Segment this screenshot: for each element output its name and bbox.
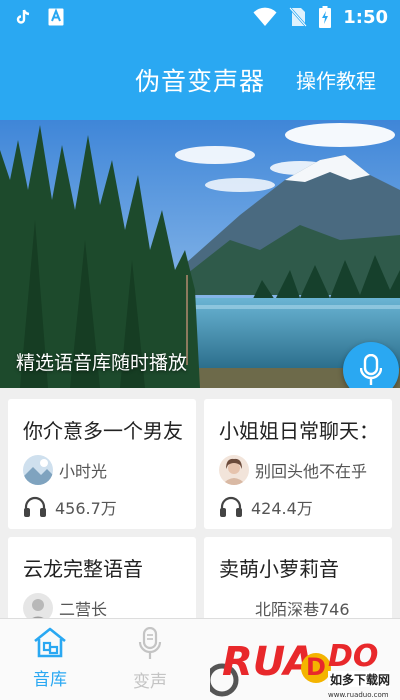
headphones-icon bbox=[220, 496, 242, 517]
watermark-url: www.ruaduo.com bbox=[328, 691, 389, 699]
status-bar: 1:50 bbox=[0, 0, 400, 36]
status-time: 1:50 bbox=[343, 6, 388, 28]
avatar bbox=[219, 455, 249, 485]
card-title: 卖萌小萝莉音 bbox=[219, 557, 339, 581]
no-sim-icon bbox=[289, 7, 308, 27]
author-name: 北陌深巷746 bbox=[255, 600, 350, 619]
app-title: 伪音变声器 bbox=[135, 67, 266, 96]
banner-carousel[interactable]: 精选语音库随时播放 bbox=[0, 120, 400, 388]
headphones-icon bbox=[24, 496, 46, 517]
plays-count: 424.4万 bbox=[251, 499, 313, 518]
banner-caption: 精选语音库随时播放 bbox=[16, 352, 188, 374]
card-author: 别回头他不在乎 bbox=[219, 455, 367, 485]
card-plays: 424.4万 bbox=[219, 495, 313, 519]
tab-label: 变声 bbox=[133, 672, 167, 692]
tab-label: 音库 bbox=[33, 670, 67, 690]
author-name: 别回头他不在乎 bbox=[255, 462, 368, 481]
voice-card[interactable]: 小姐姐日常聊天： 别回头他不在乎 424.4万 bbox=[204, 399, 392, 529]
svg-text:D: D bbox=[306, 653, 326, 681]
microphone-icon bbox=[138, 626, 162, 659]
home-library-icon bbox=[34, 627, 66, 658]
watermark-logo: RUA D DO 如多下载网 www.ruaduo.com bbox=[205, 630, 400, 700]
tiktok-icon bbox=[16, 9, 30, 24]
tutorial-button[interactable]: 操作教程 bbox=[296, 65, 376, 94]
svg-text:RUA: RUA bbox=[222, 639, 314, 685]
author-name: 二营长 bbox=[59, 600, 108, 619]
svg-text:DO: DO bbox=[328, 639, 378, 674]
card-author: 小时光 bbox=[23, 455, 107, 485]
voice-card[interactable]: 卖萌小萝莉音 北陌深巷746 bbox=[204, 537, 392, 627]
voice-card[interactable]: 云龙完整语音 二营长 bbox=[8, 537, 196, 627]
watermark-tagline: 如多下载网 bbox=[330, 672, 390, 687]
app-a-icon bbox=[48, 8, 64, 26]
tab-library[interactable]: 音库 bbox=[10, 627, 90, 690]
tab-voice-change[interactable]: 变声 bbox=[110, 626, 190, 692]
card-plays: 456.7万 bbox=[23, 495, 117, 519]
plays-count: 456.7万 bbox=[55, 499, 117, 518]
avatar bbox=[23, 455, 53, 485]
app-header: 伪音变声器 操作教程 bbox=[0, 36, 400, 120]
card-title: 云龙完整语音 bbox=[23, 557, 143, 581]
microphone-icon bbox=[360, 354, 382, 385]
card-title: 小姐姐日常聊天： bbox=[219, 419, 379, 443]
voice-card[interactable]: 你介意多一个男友 小时光 456.7万 bbox=[8, 399, 196, 529]
author-name: 小时光 bbox=[59, 462, 108, 481]
card-title: 你介意多一个男友 bbox=[23, 419, 183, 443]
battery-charging-icon bbox=[319, 6, 332, 28]
wifi-icon bbox=[253, 7, 277, 26]
